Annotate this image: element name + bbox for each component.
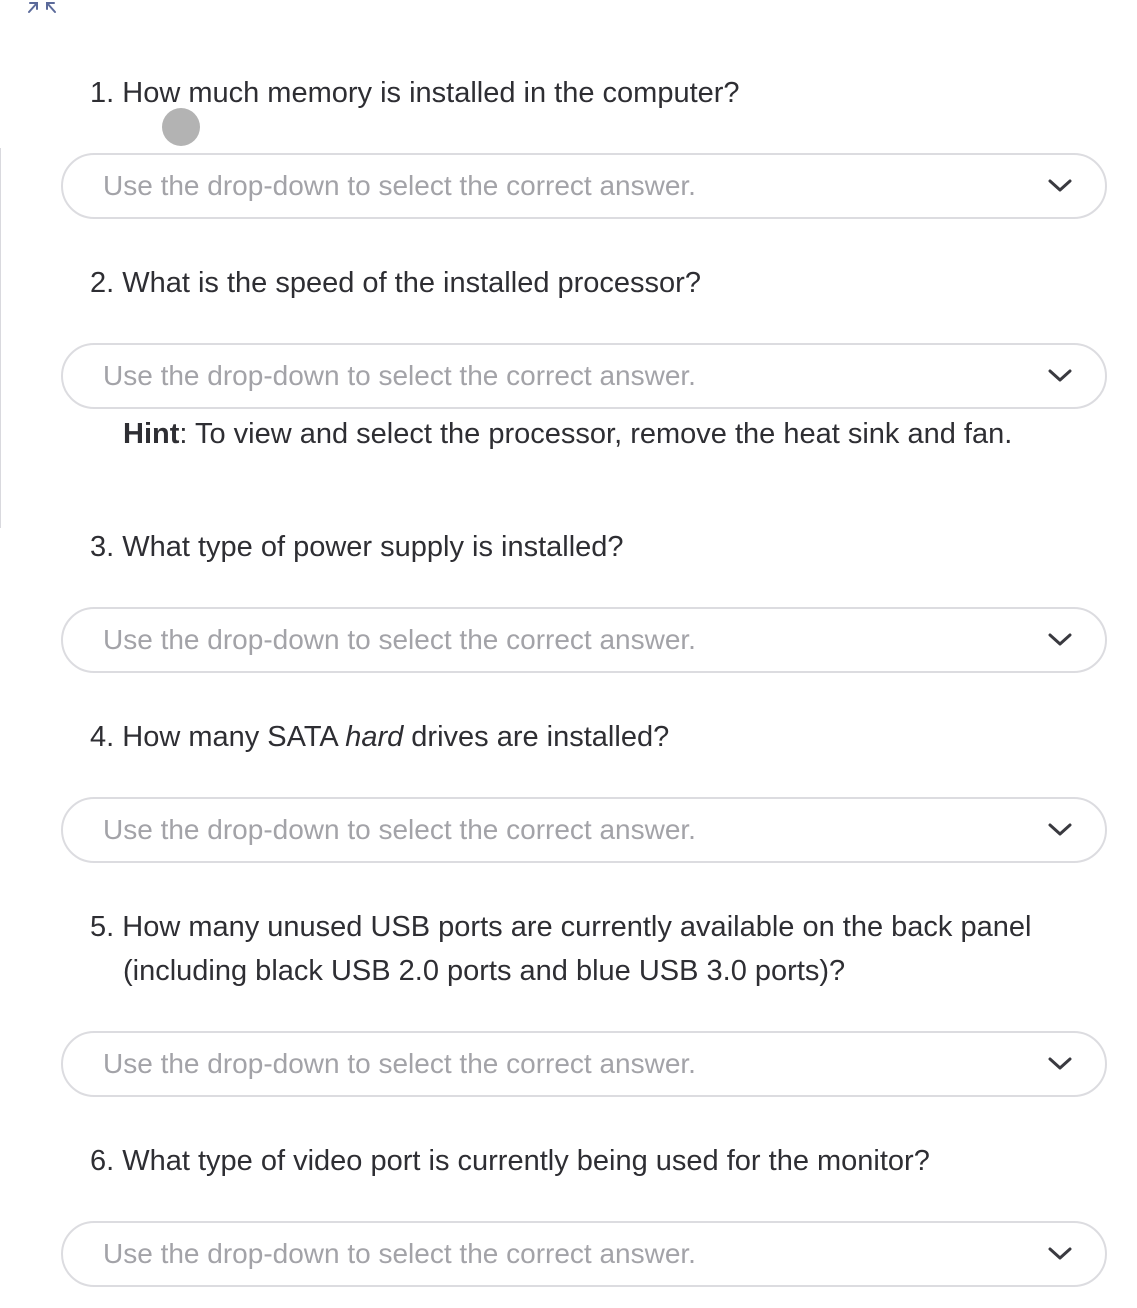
answer-dropdown-2[interactable]: Use the drop-down to select the correct … bbox=[61, 343, 1107, 409]
answer-dropdown-5[interactable]: Use the drop-down to select the correct … bbox=[61, 1031, 1107, 1097]
answer-dropdown-2-placeholder: Use the drop-down to select the correct … bbox=[103, 360, 696, 391]
question-6-text: What type of video port is currently bei… bbox=[122, 1145, 930, 1177]
chevron-down-icon[interactable] bbox=[1047, 178, 1073, 194]
question-4-emphasis: hard bbox=[345, 721, 404, 753]
chevron-down-icon[interactable] bbox=[1047, 632, 1073, 648]
chevron-down-icon[interactable] bbox=[1047, 368, 1073, 384]
pointer-cursor-dot bbox=[162, 108, 200, 146]
answer-dropdown-4-placeholder: Use the drop-down to select the correct … bbox=[103, 814, 696, 845]
question-4-number: 4. bbox=[90, 721, 115, 753]
question-4-text-after: drives are installed? bbox=[403, 721, 670, 753]
question-4-text-before: How many SATA bbox=[122, 721, 346, 753]
answer-dropdown-1-placeholder: Use the drop-down to select the correct … bbox=[103, 170, 696, 201]
question-3-number: 3. bbox=[90, 531, 115, 563]
answer-dropdown-6-placeholder: Use the drop-down to select the correct … bbox=[103, 1238, 696, 1269]
question-4: 4. How many SATA hard drives are install… bbox=[90, 715, 669, 759]
answer-dropdown-1[interactable]: Use the drop-down to select the correct … bbox=[61, 153, 1107, 219]
answer-dropdown-6[interactable]: Use the drop-down to select the correct … bbox=[61, 1221, 1107, 1287]
chevron-down-icon[interactable] bbox=[1047, 822, 1073, 838]
answer-dropdown-5-placeholder: Use the drop-down to select the correct … bbox=[103, 1048, 696, 1079]
answer-dropdown-4[interactable]: Use the drop-down to select the correct … bbox=[61, 797, 1107, 863]
question-2-number: 2. bbox=[90, 267, 115, 299]
question-1-text: How much memory is installed in the comp… bbox=[122, 77, 740, 109]
left-divider bbox=[0, 148, 1, 528]
answer-dropdown-3-placeholder: Use the drop-down to select the correct … bbox=[103, 624, 696, 655]
question-3-text: What type of power supply is installed? bbox=[122, 531, 624, 563]
question-5-number: 5. bbox=[90, 911, 115, 943]
chevron-down-icon[interactable] bbox=[1047, 1246, 1073, 1262]
collapse-arrows-icon[interactable] bbox=[26, 0, 58, 14]
question-6-number: 6. bbox=[90, 1145, 115, 1177]
hint-label: Hint bbox=[123, 418, 180, 450]
question-2: 2. What is the speed of the installed pr… bbox=[90, 261, 701, 305]
processor-hint: Hint: To view and select the processor, … bbox=[123, 412, 1012, 456]
question-5: 5. How many unused USB ports are current… bbox=[90, 905, 1137, 993]
question-2-text: What is the speed of the installed proce… bbox=[122, 267, 701, 299]
answer-dropdown-3[interactable]: Use the drop-down to select the correct … bbox=[61, 607, 1107, 673]
question-3: 3. What type of power supply is installe… bbox=[90, 525, 624, 569]
question-6: 6. What type of video port is currently … bbox=[90, 1139, 930, 1183]
question-1-number: 1. bbox=[90, 77, 115, 109]
chevron-down-icon[interactable] bbox=[1047, 1056, 1073, 1072]
hint-text: : To view and select the processor, remo… bbox=[179, 418, 1013, 450]
question-5-text: How many unused USB ports are currently … bbox=[122, 911, 1032, 987]
